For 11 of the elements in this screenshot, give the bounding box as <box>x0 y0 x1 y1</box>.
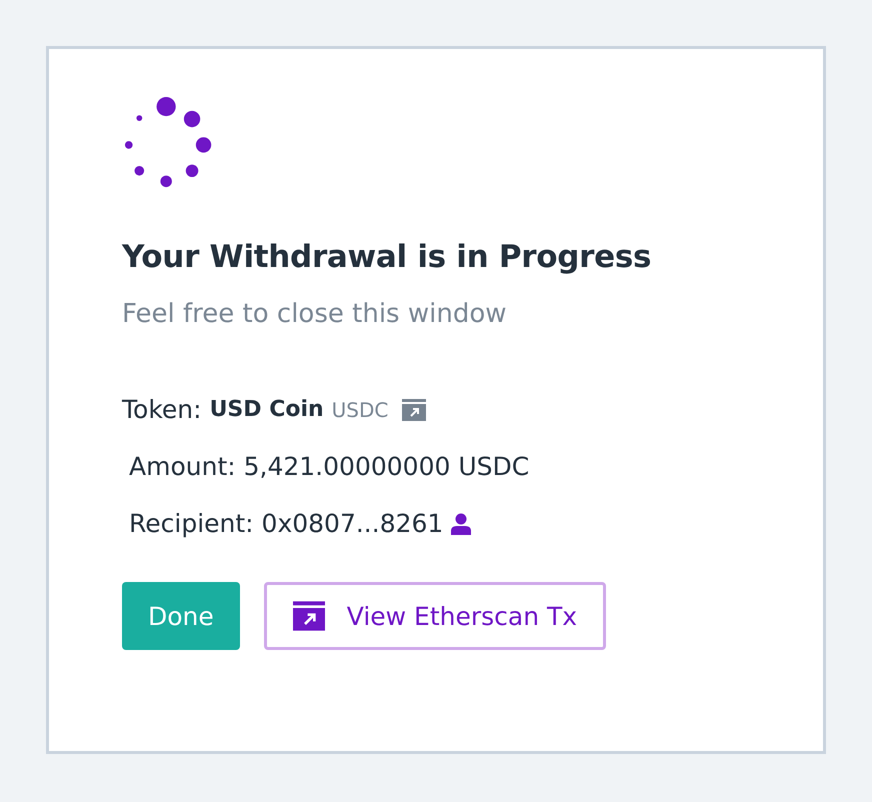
recipient-text: Recipient: 0x0807...8261 <box>129 509 444 538</box>
person-icon <box>451 512 472 534</box>
etherscan-button[interactable]: View Etherscan Tx <box>264 582 606 650</box>
token-label: Token: <box>122 395 202 424</box>
external-link-icon <box>402 398 426 420</box>
token-name: USD Coin <box>210 397 324 422</box>
amount-text: Amount: 5,421.00000000 USDC <box>129 452 530 481</box>
external-link-icon <box>292 601 325 631</box>
token-symbol: USDC <box>332 398 388 422</box>
dialog-title: Your Withdrawal is in Progress <box>122 239 652 275</box>
dialog-subtitle: Feel free to close this window <box>122 299 508 329</box>
